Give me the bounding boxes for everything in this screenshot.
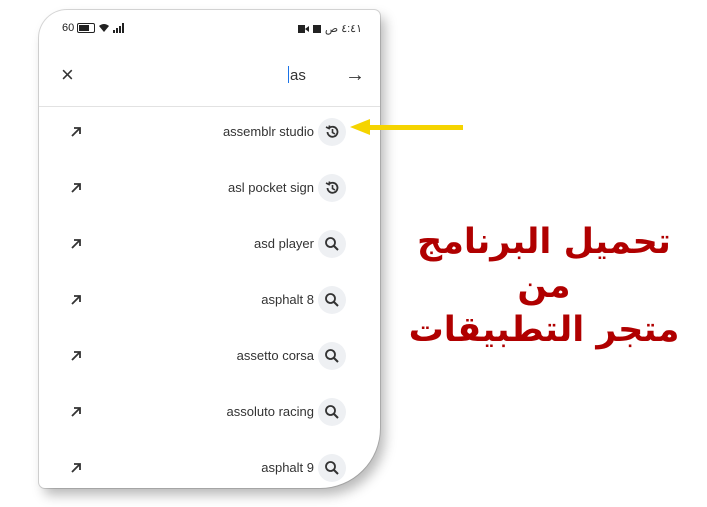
fill-query-arrow-icon[interactable] bbox=[68, 348, 84, 364]
status-bar: 60 ٤:٤١ ص bbox=[39, 10, 380, 50]
suggestion-label: asphalt 8 bbox=[261, 292, 314, 307]
video-icon bbox=[297, 24, 309, 33]
search-icon bbox=[318, 230, 346, 258]
search-icon bbox=[318, 286, 346, 314]
fill-query-arrow-icon[interactable] bbox=[68, 460, 84, 476]
close-icon: × bbox=[61, 62, 74, 87]
close-button[interactable]: × bbox=[61, 62, 74, 88]
suggestion-row[interactable]: assemblr studio bbox=[39, 106, 380, 162]
suggestion-label: asd player bbox=[254, 236, 314, 251]
fill-query-arrow-icon[interactable] bbox=[68, 124, 84, 140]
search-icon bbox=[318, 398, 346, 426]
search-query-text: as bbox=[290, 67, 306, 84]
suggestion-row[interactable]: asphalt 9 bbox=[39, 442, 380, 488]
status-indicator-text: 60 bbox=[62, 22, 75, 34]
submit-search-button[interactable]: → bbox=[345, 62, 365, 88]
signal-icon bbox=[113, 23, 125, 33]
status-icons-left: 60 bbox=[62, 22, 125, 34]
caption-line-1: تحميل البرنامج من bbox=[417, 222, 671, 306]
suggestion-row[interactable]: assetto corsa bbox=[39, 330, 380, 386]
status-time: ٤:٤١ ص bbox=[324, 23, 362, 35]
suggestion-row[interactable]: asl pocket sign bbox=[39, 162, 380, 218]
search-input[interactable]: as bbox=[288, 66, 306, 84]
highlight-arrow-head-icon bbox=[350, 119, 370, 135]
suggestion-label: asl pocket sign bbox=[228, 180, 314, 195]
suggestion-row[interactable]: assoluto racing bbox=[39, 386, 380, 442]
search-icon bbox=[318, 342, 346, 370]
history-icon bbox=[318, 118, 346, 146]
suggestion-label: asphalt 9 bbox=[261, 460, 314, 475]
suggestion-label: assetto corsa bbox=[236, 348, 314, 363]
notification-icon bbox=[312, 24, 321, 33]
annotation-caption: تحميل البرنامج من متجر التطبيقات bbox=[398, 220, 690, 352]
caption-line-2: متجر التطبيقات bbox=[408, 310, 680, 350]
phone-screen: 60 ٤:٤١ ص × as → assemblr studio asl poc… bbox=[39, 10, 380, 488]
battery-icon bbox=[77, 23, 96, 33]
fill-query-arrow-icon[interactable] bbox=[68, 292, 84, 308]
fill-query-arrow-icon[interactable] bbox=[68, 404, 84, 420]
arrow-right-icon: → bbox=[345, 64, 365, 86]
history-icon bbox=[318, 174, 346, 202]
status-icons-right: ٤:٤١ ص bbox=[297, 22, 362, 35]
suggestion-list: assemblr studio asl pocket sign asd play… bbox=[39, 106, 380, 488]
fill-query-arrow-icon[interactable] bbox=[68, 236, 84, 252]
fill-query-arrow-icon[interactable] bbox=[68, 180, 84, 196]
search-icon bbox=[318, 454, 346, 482]
suggestion-label: assoluto racing bbox=[226, 404, 314, 419]
suggestion-row[interactable]: asd player bbox=[39, 218, 380, 274]
text-caret bbox=[288, 66, 289, 83]
suggestion-row[interactable]: asphalt 8 bbox=[39, 274, 380, 330]
search-bar: × as → bbox=[39, 50, 380, 107]
suggestion-label: assemblr studio bbox=[222, 124, 314, 139]
wifi-icon bbox=[99, 24, 110, 32]
highlight-arrow-line bbox=[368, 125, 463, 130]
